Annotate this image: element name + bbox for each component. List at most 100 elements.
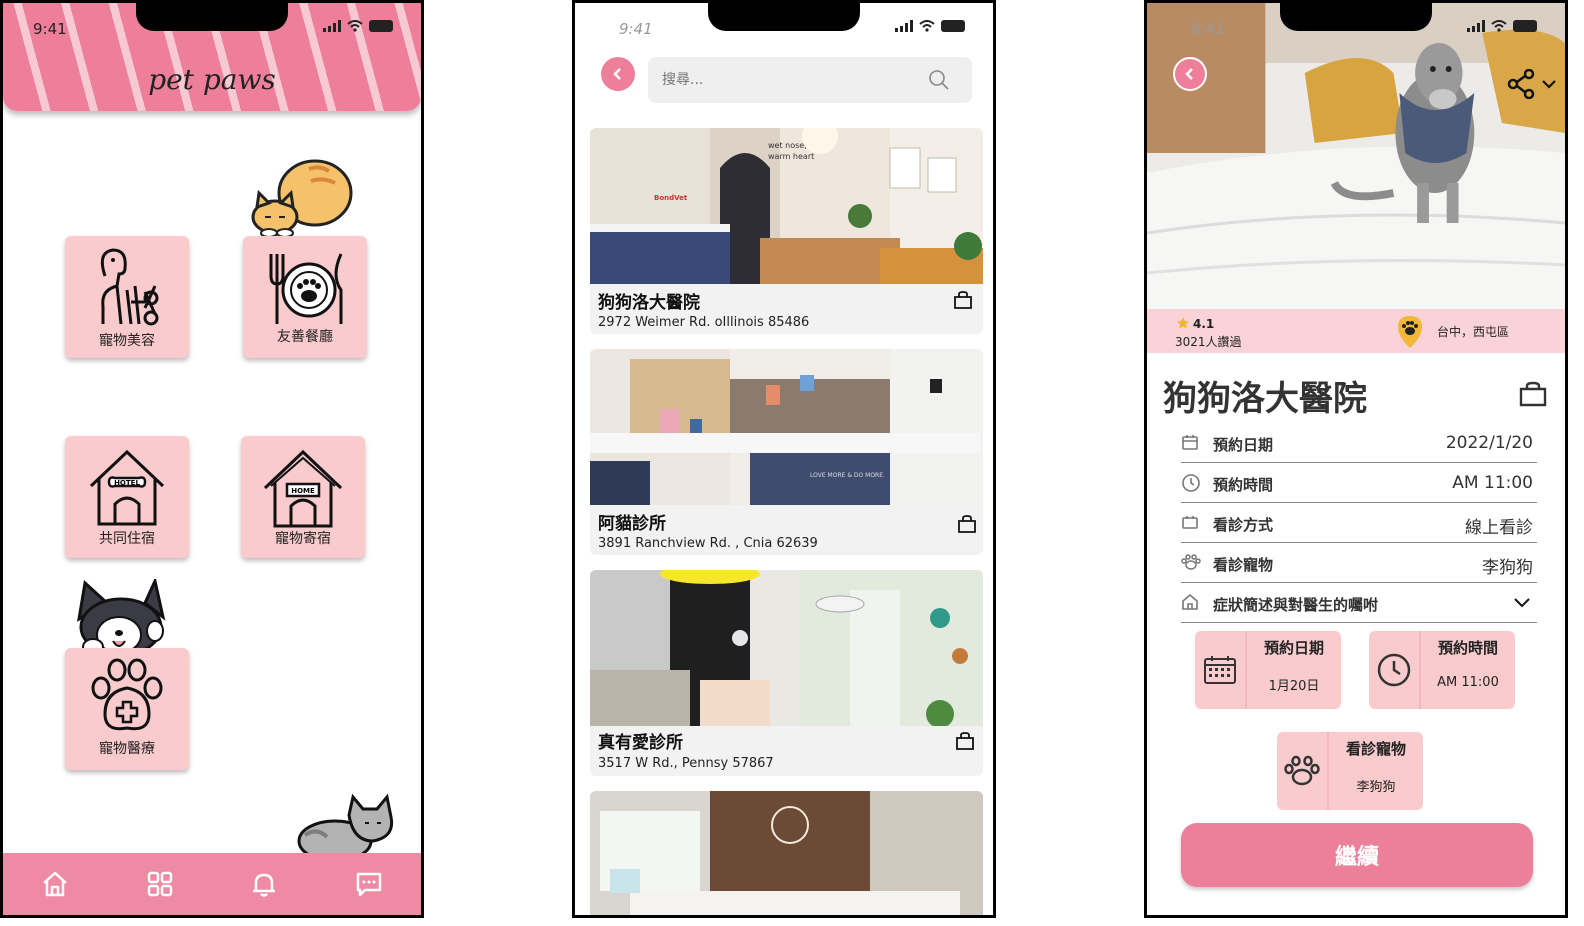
clinic-card[interactable]: LOVE MORE & DO MORE. 阿貓診所 3891 Ranchview… <box>590 349 983 555</box>
dog-hero-photo <box>1147 3 1565 309</box>
status-time: 9:41 <box>619 20 653 38</box>
search-icon[interactable] <box>928 69 950 91</box>
star-icon <box>1177 317 1189 329</box>
clinic-address: 2972 Weimer Rd. oIllinois 85486 <box>598 315 810 330</box>
paw-icon <box>1284 755 1320 786</box>
bag-icon[interactable] <box>957 515 977 533</box>
summary-title: 看診寵物 <box>1345 740 1406 758</box>
location-text: 台中，西屯區 <box>1437 325 1510 339</box>
tile-label: 共同住宿 <box>99 531 155 547</box>
pet-restaurant-icon <box>269 253 343 324</box>
svg-text:HOME: HOME <box>291 487 315 495</box>
summary-icon-box <box>1195 631 1247 709</box>
clinic-card[interactable] <box>590 791 983 915</box>
signal-icon <box>1467 20 1485 32</box>
tile-grooming[interactable]: 寵物美容 <box>65 236 189 358</box>
tile-boarding[interactable]: HOME 寵物寄宿 <box>241 436 365 558</box>
row-visit-method[interactable]: 看診方式 線上看診 <box>1181 503 1537 543</box>
row-appointment-time[interactable]: 預約時間 AM 11:00 <box>1181 463 1537 503</box>
tile-label: 寵物美容 <box>99 333 155 349</box>
clinic-address: 3517 W Rd., Pennsy 57867 <box>598 756 774 771</box>
search-bar <box>648 57 972 103</box>
share-menu[interactable] <box>1507 69 1557 99</box>
status-icons <box>323 20 393 32</box>
svg-text:warm heart: warm heart <box>768 152 814 161</box>
phone-notch <box>708 3 860 31</box>
clinic-title: 狗狗洛大醫院 <box>1163 379 1367 419</box>
share-icon <box>1507 69 1535 99</box>
continue-button[interactable]: 繼續 <box>1181 823 1533 887</box>
grid-icon <box>147 871 172 897</box>
summary-title: 預約日期 <box>1263 639 1324 657</box>
rating-value: 4.1 <box>1193 317 1215 331</box>
review-count: 3021人讚過 <box>1175 335 1242 349</box>
wifi-icon <box>1491 20 1507 32</box>
tile-label: 友善餐廳 <box>277 329 333 345</box>
brand-title: pet paws <box>148 63 276 96</box>
signal-icon <box>895 20 913 32</box>
row-appointment-date[interactable]: 預約日期 2022/1/20 <box>1181 423 1537 463</box>
nav-home[interactable] <box>35 864 75 904</box>
bag-icon[interactable] <box>955 732 975 750</box>
battery-icon <box>369 20 393 32</box>
row-value: 李狗狗 <box>1482 558 1533 578</box>
clinic-list-screen: 9:41 wet nose, warm heart BondVet <box>572 0 996 918</box>
corgi-icon <box>77 579 166 657</box>
dog-grooming-icon <box>100 248 159 326</box>
battery-icon <box>941 20 965 32</box>
clock-icon <box>1377 653 1411 687</box>
clinic-card[interactable]: wet nose, warm heart BondVet 狗狗洛大醫院 2972… <box>590 128 983 334</box>
wifi-icon <box>919 20 935 32</box>
back-button[interactable] <box>601 57 635 91</box>
chevron-down-icon[interactable] <box>1513 597 1531 609</box>
svg-text:BondVet: BondVet <box>654 194 688 202</box>
bottom-nav <box>3 853 421 915</box>
svg-text:wet nose,: wet nose, <box>768 141 807 150</box>
status-time: 9:41 <box>1191 20 1225 38</box>
back-button[interactable] <box>1173 57 1207 91</box>
row-key: 症狀簡述與對醫生的囑咐 <box>1213 596 1379 614</box>
wifi-icon <box>347 20 363 32</box>
row-key: 看診方式 <box>1213 516 1274 534</box>
row-key: 看診寵物 <box>1213 556 1274 574</box>
summary-icon-box <box>1369 631 1421 709</box>
home-icon <box>43 871 68 897</box>
signal-icon <box>323 20 341 32</box>
calendar-icon <box>1182 435 1198 450</box>
video-icon <box>1182 516 1198 529</box>
tile-shared-lodging[interactable]: HOTEL 共同住宿 <box>65 436 189 558</box>
svg-text:HOTEL: HOTEL <box>114 479 140 487</box>
paw-location-icon <box>1398 316 1422 348</box>
phone-notch <box>1280 3 1432 31</box>
building-icon <box>1182 593 1198 610</box>
nav-chat[interactable] <box>349 864 389 904</box>
row-key: 預約時間 <box>1213 476 1274 494</box>
clinic-photo <box>590 570 983 726</box>
row-value: 線上看診 <box>1465 518 1533 538</box>
orange-cat-icon <box>251 159 353 237</box>
summary-pet-card: 看診寵物 李狗狗 <box>1277 732 1423 810</box>
row-key: 預約日期 <box>1213 436 1274 454</box>
summary-value: 李狗狗 <box>1356 780 1396 795</box>
row-value: AM 11:00 <box>1452 473 1533 493</box>
tile-restaurant[interactable]: 友善餐廳 <box>243 236 367 358</box>
clinic-name: 真有愛診所 <box>598 733 683 753</box>
summary-icon-box <box>1277 732 1329 810</box>
bag-icon[interactable] <box>953 291 973 309</box>
status-icons <box>895 20 965 32</box>
chevron-left-icon <box>613 68 621 80</box>
bag-icon[interactable] <box>1519 381 1547 407</box>
summary-value: 1月20日 <box>1268 679 1320 694</box>
clinic-card[interactable]: 真有愛診所 3517 W Rd., Pennsy 57867 <box>590 570 983 776</box>
nav-notifications[interactable] <box>244 864 284 904</box>
status-icons <box>1467 20 1537 32</box>
row-symptoms[interactable]: 症狀簡述與對醫生的囑咐 <box>1181 583 1537 623</box>
bell-icon <box>253 873 276 897</box>
clock-icon <box>1182 474 1200 492</box>
row-pet[interactable]: 看診寵物 李狗狗 <box>1181 543 1537 583</box>
clinic-name: 狗狗洛大醫院 <box>598 293 700 313</box>
search-input[interactable] <box>648 57 908 103</box>
tile-medical[interactable]: 寵物醫療 <box>65 648 189 770</box>
nav-grid[interactable] <box>140 864 180 904</box>
clinic-photo <box>590 791 983 915</box>
